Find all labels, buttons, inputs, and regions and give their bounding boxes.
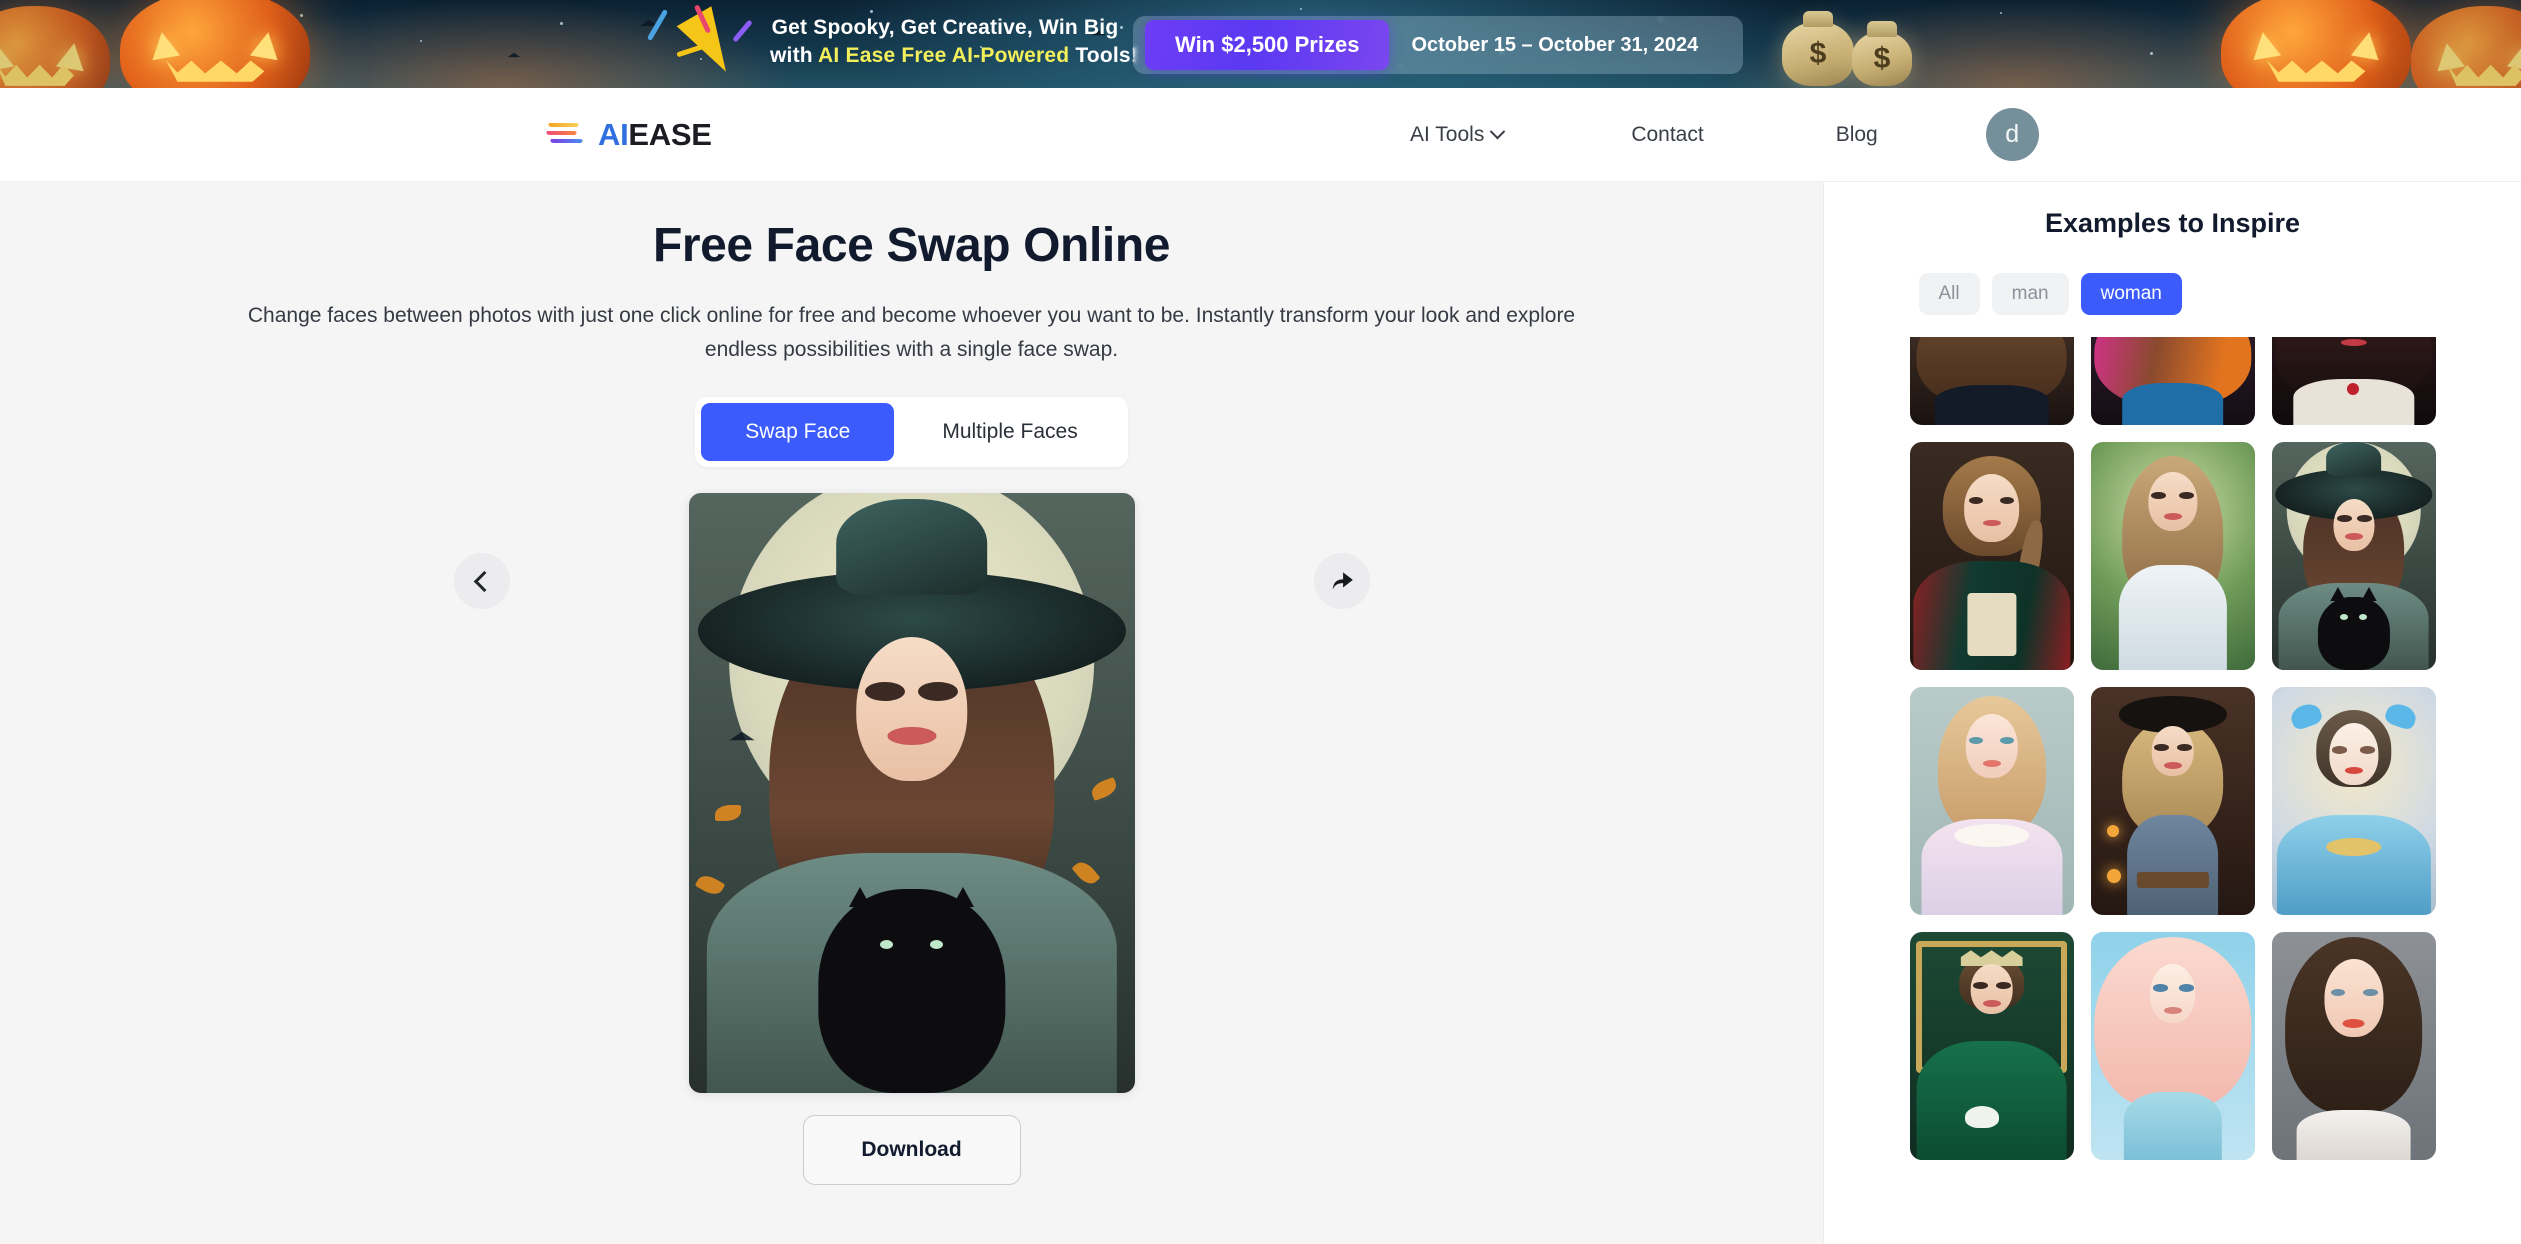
aiease-logo-icon — [545, 118, 585, 152]
promo-line-2-highlight: AI Ease Free AI-Powered — [818, 43, 1070, 67]
filter-chip-man[interactable]: man — [1991, 273, 2069, 315]
pumpkin-icon — [120, 0, 310, 88]
site-header: AIEASE AI Tools Contact Blog d — [0, 88, 2521, 182]
nav-item-contact[interactable]: Contact — [1631, 115, 1703, 155]
bat-icon — [507, 52, 521, 58]
example-thumbnail[interactable] — [2090, 337, 2255, 425]
examples-gallery — [1909, 337, 2436, 1160]
promo-line-2-pre: with — [770, 43, 819, 67]
previous-result-button[interactable] — [453, 553, 510, 610]
logo-link[interactable]: AIEASE — [545, 117, 712, 153]
chevron-down-icon — [1490, 123, 1506, 140]
brand-wordmark: AIEASE — [598, 117, 712, 153]
promo-line-2: with AI Ease Free AI-Powered Tools! — [770, 42, 1138, 70]
nav-label-ai-tools: AI Tools — [1410, 122, 1485, 146]
promo-cta-group[interactable]: Win $2,500 Prizes October 15 – October 3… — [1133, 16, 1743, 74]
brand-ai-text: AI — [598, 116, 629, 152]
avatar-initial: d — [2005, 120, 2020, 148]
brand-ease-text: EASE — [628, 116, 712, 152]
example-thumbnail[interactable] — [2271, 442, 2436, 670]
promo-dates-label: October 15 – October 31, 2024 — [1411, 33, 1699, 56]
mode-tab-switch: Swap Face Multiple Faces — [695, 397, 1128, 468]
example-thumbnail[interactable] — [1909, 442, 2074, 670]
money-bag-icon — [1782, 22, 1854, 86]
tab-swap-face[interactable]: Swap Face — [701, 403, 895, 462]
example-thumbnail[interactable] — [2090, 932, 2255, 1160]
page-title: Free Face Swap Online — [652, 219, 1171, 272]
example-thumbnail[interactable] — [1909, 687, 2074, 915]
page-subtitle: Change faces between photos with just on… — [247, 304, 1576, 362]
examples-filter-row: All man woman — [1918, 273, 2427, 315]
halloween-promo-banner[interactable]: Get Spooky, Get Creative, Win Big with A… — [0, 0, 2521, 88]
tab-multiple-faces[interactable]: Multiple Faces — [898, 403, 1121, 461]
example-thumbnail[interactable] — [2271, 337, 2436, 425]
result-image[interactable] — [688, 493, 1135, 1094]
examples-title: Examples to Inspire — [2044, 208, 2301, 238]
result-artwork — [688, 493, 1135, 1094]
tool-main-column: Free Face Swap Online Change faces betwe… — [0, 182, 1823, 1244]
result-stage — [262, 493, 1562, 1094]
share-result-button[interactable] — [1313, 553, 1370, 610]
nav-item-blog[interactable]: Blog — [1836, 115, 1878, 155]
promo-prize-button[interactable]: Win $2,500 Prizes — [1145, 20, 1390, 70]
user-avatar[interactable]: d — [1985, 108, 2039, 161]
example-thumbnail[interactable] — [1909, 337, 2074, 425]
money-bag-icon — [1852, 32, 1912, 86]
example-thumbnail[interactable] — [2271, 687, 2436, 915]
example-thumbnail[interactable] — [2090, 687, 2255, 915]
nav-label-blog: Blog — [1835, 122, 1878, 146]
nav-label-contact: Contact — [1631, 122, 1704, 146]
page-body: Free Face Swap Online Change faces betwe… — [0, 182, 2521, 1244]
promo-line-1: Get Spooky, Get Creative, Win Big — [771, 16, 1119, 39]
share-arrow-icon — [1332, 572, 1353, 590]
chevron-left-icon — [473, 570, 495, 592]
main-navigation: AI Tools Contact Blog d — [1410, 108, 2039, 161]
examples-panel: Examples to Inspire All man woman — [1823, 182, 2521, 1244]
filter-chip-woman[interactable]: woman — [2080, 273, 2182, 315]
download-button[interactable]: Download — [802, 1115, 1021, 1186]
promo-line-2-post: Tools! — [1069, 43, 1138, 67]
filter-chip-all[interactable]: All — [1918, 273, 1980, 315]
promo-message: Get Spooky, Get Creative, Win Big with A… — [770, 14, 1138, 70]
example-thumbnail[interactable] — [2271, 932, 2436, 1160]
pumpkin-icon — [2221, 0, 2411, 88]
example-thumbnail[interactable] — [2090, 442, 2255, 670]
nav-item-ai-tools[interactable]: AI Tools — [1410, 115, 1506, 155]
example-thumbnail[interactable] — [1909, 932, 2074, 1160]
